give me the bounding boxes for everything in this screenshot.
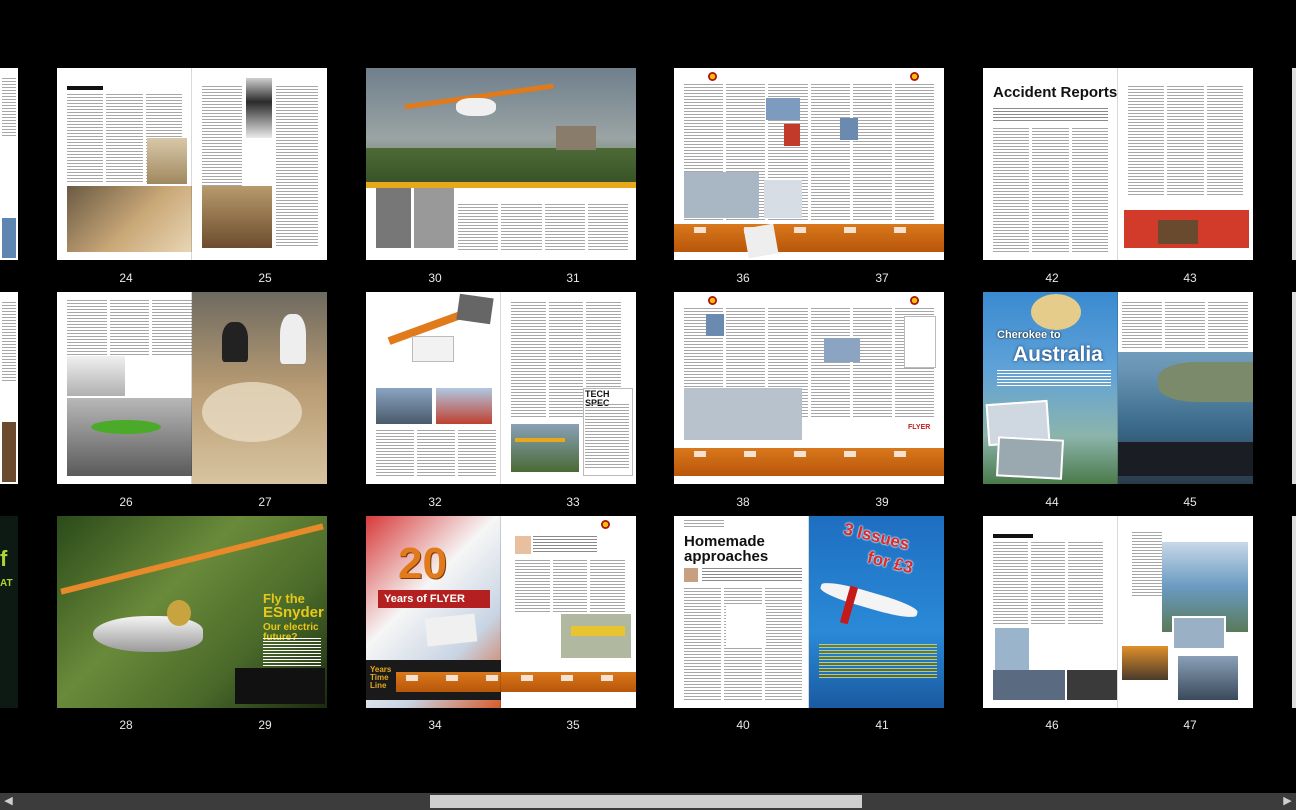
spread-36-37[interactable] [674,68,944,260]
page-number: 42 [1045,271,1059,285]
spread-28-29[interactable]: Fly the ESnyder Our electric future? [57,516,327,708]
clipped-spread-left[interactable] [0,292,18,484]
spread-34-35[interactable]: 20 Years of FLYER Years Time Line [366,516,636,708]
clipped-spread-right[interactable] [1292,68,1296,260]
page-thumbnail: TECH SPEC [501,292,636,484]
page-number: 43 [1183,271,1197,285]
headline-cherokee-to: Cherokee to [997,329,1061,341]
flyer-logo: FLYER [908,424,931,431]
page-thumbnail: 20 Years of FLYER Years Time Line [366,516,501,708]
page-number: 38 [736,495,750,509]
headline-years-of-flyer: Years of FLYER [384,593,465,605]
headline-approaches: approaches [684,548,769,565]
page-number: 39 [875,495,889,509]
page-number: 37 [875,271,889,285]
page-thumbnail: 3 Issues for £3 [809,516,944,708]
page-number: 44 [1045,495,1059,509]
page-number: 46 [1045,718,1059,732]
spread-26-27[interactable] [57,292,327,484]
spread-46-47[interactable] [983,516,1253,708]
page-number: 29 [258,718,272,732]
headline-accident-reports: Accident Reports [993,84,1118,101]
headline-esnyder: ESnyder [263,604,324,621]
clipped-spread-left[interactable]: f AT [0,516,18,708]
page-thumbnail [1118,68,1253,260]
page-thumbnail [983,516,1118,708]
page-thumbnail [366,292,501,484]
clipped-spread-left[interactable] [0,68,18,260]
page-number: 35 [566,718,580,732]
page-thumbnail [192,292,327,484]
spread-38-39[interactable]: FLYER [674,292,944,484]
headline-three-issues: 3 Issues [841,519,912,554]
page-number: 36 [736,271,750,285]
spread-44-45[interactable]: Cherokee to Australia [983,292,1253,484]
page-number: 27 [258,495,272,509]
page-thumbnail [57,68,192,260]
page-thumbnail: Cherokee to Australia [983,292,1118,484]
headline-homemade: Homemade [684,533,765,550]
page-number: 28 [119,718,133,732]
page-number: 47 [1183,718,1197,732]
spread-24-25[interactable] [57,68,327,260]
page-number: 45 [1183,495,1197,509]
page-thumbnail [57,292,192,484]
clipped-spread-right[interactable] [1292,292,1296,484]
page-thumbnail [192,68,327,260]
headline-for-three: for £3 [865,547,915,578]
thumbnail-grid: f AT Accident Reports TECH SPEC FLYER Ch… [0,0,1296,793]
page-number: 33 [566,495,580,509]
page-number: 30 [428,271,442,285]
spread-40-41[interactable]: Homemade approaches 3 Issues for £3 [674,516,944,708]
page-number: 26 [119,495,133,509]
page-number: 40 [736,718,750,732]
clipped-spread-right[interactable] [1292,516,1296,708]
page-number: 32 [428,495,442,509]
page-number: 24 [119,271,133,285]
page-thumbnail [1118,292,1253,484]
headline-australia: Australia [1013,343,1103,366]
spread-42-43[interactable]: Accident Reports [983,68,1253,260]
page-thumbnail [1118,516,1253,708]
page-thumbnail: Accident Reports [983,68,1118,260]
scroll-left-arrow-icon[interactable]: ◀ [0,793,17,810]
page-number: 25 [258,271,272,285]
spread-32-33[interactable]: TECH SPEC [366,292,636,484]
page-number: 34 [428,718,442,732]
page-number: 31 [566,271,580,285]
page-number: 41 [875,718,889,732]
headline-years-time-line: Years Time Line [370,665,392,690]
page-thumbnail [501,516,636,708]
spread-30-31[interactable] [366,68,636,260]
page-thumbnail: Homemade approaches [674,516,809,708]
headline-twenty: 20 [398,539,447,588]
horizontal-scrollbar[interactable]: ◀ ▶ [0,793,1296,810]
scroll-right-arrow-icon[interactable]: ▶ [1279,793,1296,810]
scrollbar-thumb[interactable] [430,795,862,808]
